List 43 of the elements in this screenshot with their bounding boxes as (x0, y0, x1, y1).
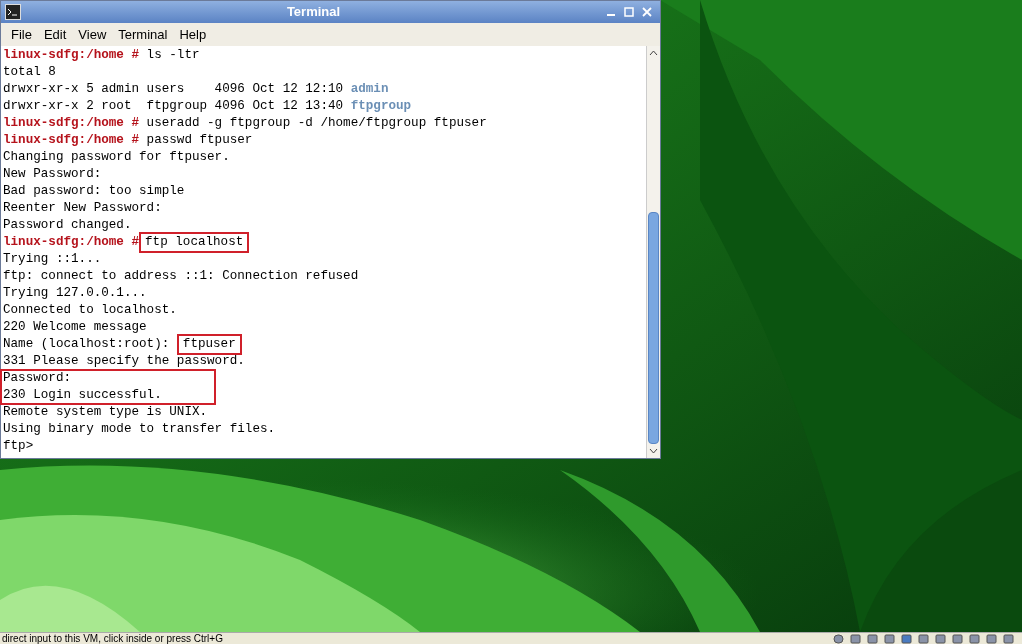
terminal-text: Bad password: too simple (3, 183, 185, 200)
menu-item[interactable]: Terminal (112, 24, 174, 45)
scroll-thumb[interactable] (648, 212, 659, 444)
terminal-text: Using binary mode to transfer files. (3, 421, 276, 438)
shell-prompt: linux-sdfg:/home # (3, 234, 140, 251)
terminal-text: useradd -g ftpgroup -d /home/ftpgroup ftpuser (145, 115, 487, 132)
terminal-text: ftp: connect to address ::1: Connection refused (3, 268, 359, 285)
terminal-text: Changing password for ftpuser. (3, 149, 230, 166)
shell-prompt: linux-sdfg:/home # (3, 47, 140, 64)
terminal-text: ls -ltr (145, 47, 200, 64)
terminal-text: Trying 127.0.0.1... (3, 285, 147, 302)
scrollbar[interactable] (646, 46, 660, 458)
terminal-text: Remote system type is UNIX. (3, 404, 208, 421)
terminal-text: Trying ::1... (3, 251, 102, 268)
terminal-text: 331 Please specify the password. (3, 353, 245, 370)
maximize-icon[interactable] (624, 7, 634, 17)
window-title: Terminal (286, 3, 341, 22)
menu-item[interactable]: Help (173, 24, 213, 45)
terminal-icon (5, 4, 21, 20)
terminal-text: Name (localhost:root): (3, 336, 171, 353)
highlighted-text: ftp localhost (141, 234, 248, 251)
status-text: direct input to this VM, click inside or press Ctrl+G (1, 633, 223, 644)
shell-prompt: linux-sdfg:/home # (3, 132, 140, 149)
terminal-text: 220 Welcome message (3, 319, 147, 336)
terminal-text: total 8 (3, 64, 56, 81)
terminal-text: Connected to localhost. (3, 302, 177, 319)
directory-name: admin (350, 81, 389, 98)
terminal-text: 230 Login successful. (3, 387, 162, 404)
terminal-text: Password changed. (3, 217, 132, 234)
menu-item[interactable]: File (5, 24, 38, 45)
terminal-text: drwxr-xr-x 5 admin users 4096 Oct 12 12:10 (3, 81, 345, 98)
highlighted-text: ftpuser (178, 336, 240, 353)
terminal-text: Reenter New Password: (3, 200, 162, 217)
menu-item[interactable]: Edit (37, 24, 73, 45)
terminal-text: ftp> (3, 438, 34, 455)
shell-prompt: linux-sdfg:/home # (3, 115, 140, 132)
terminal-text: Password: (3, 370, 72, 387)
terminal-text: drwxr-xr-x 2 root ftpgroup 4096 Oct 12 13:40 (3, 98, 345, 115)
terminal-text: passwd ftpuser (145, 132, 253, 149)
directory-name: ftpgroup (350, 98, 412, 115)
menu-item[interactable]: View (72, 24, 113, 45)
terminal-text: New Password: (3, 166, 102, 183)
close-icon[interactable] (642, 7, 652, 17)
